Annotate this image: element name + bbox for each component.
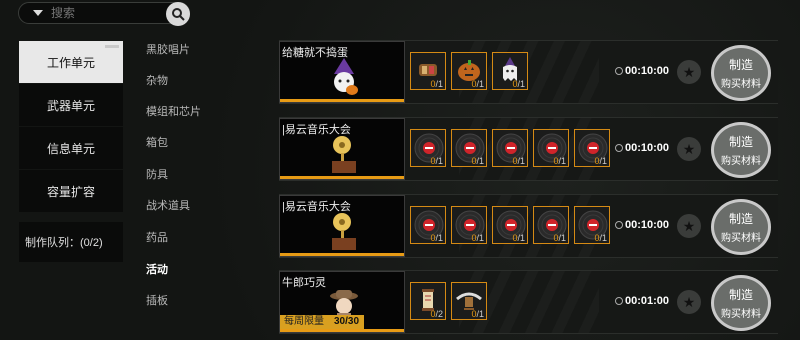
thumb-accent-bar	[280, 253, 404, 256]
recipe-thumbnail: 牛郎巧灵 每周限量 30/30	[279, 271, 405, 333]
halloween-ghost-art	[326, 58, 362, 98]
material-slot[interactable]: 0/1	[410, 206, 446, 244]
thumb-accent-bar	[280, 176, 404, 179]
weekly-limit-badge: 每周限量 30/30	[280, 315, 364, 329]
material-count: 0/1	[594, 156, 607, 166]
craft-queue: 制作队列：(0/2)	[19, 222, 123, 262]
material-slot[interactable]: 0/1	[492, 206, 528, 244]
favorite-star-icon[interactable]: ★	[677, 137, 701, 161]
thumb-accent-bar	[280, 329, 404, 332]
search-input[interactable]	[51, 6, 161, 20]
material-slot[interactable]: 0/1	[492, 129, 528, 167]
category-plugin[interactable]: 插板	[146, 292, 168, 308]
category-vinyl[interactable]: 黑胶唱片	[146, 41, 190, 57]
recipe-thumbnail: |易云音乐大会	[279, 118, 405, 180]
category-armor[interactable]: 防具	[146, 166, 168, 182]
category-mods-chips[interactable]: 模组和芯片	[146, 103, 201, 119]
category-medicine[interactable]: 药品	[146, 229, 168, 245]
category-event[interactable]: 活动	[146, 261, 168, 277]
material-count: 0/1	[471, 156, 484, 166]
craft-button[interactable]: 制造 购买材料	[711, 199, 771, 255]
recipe-row[interactable]: 给糖就不捣蛋 0/1 0/1 0/1 00:10:00 ★ 制造购买材料	[279, 40, 778, 104]
craft-label: 制造	[728, 288, 753, 302]
craft-label: 制造	[728, 58, 753, 72]
buy-materials-label: 购买材料	[721, 309, 761, 320]
category-bags[interactable]: 箱包	[146, 134, 168, 150]
material-slot[interactable]: 0/1	[533, 129, 569, 167]
limit-label: 每周限量	[284, 316, 324, 327]
craft-button[interactable]: 制造 购买材料	[711, 275, 771, 331]
material-count: 0/1	[512, 233, 525, 243]
recipe-thumbnail: 给糖就不捣蛋	[279, 41, 405, 103]
gramophone-art	[326, 135, 362, 175]
nav-weapon-unit[interactable]: 武器单元	[19, 84, 123, 126]
material-slot[interactable]: 0/1	[533, 206, 569, 244]
nav-label: 容量扩容	[46, 184, 95, 199]
clock-icon	[615, 144, 623, 152]
craft-button[interactable]: 制造 购买材料	[711, 122, 771, 178]
buy-materials-label: 购买材料	[721, 156, 761, 167]
material-count: 0/1	[430, 79, 443, 89]
craft-button[interactable]: 制造 购买材料	[711, 45, 771, 101]
search-bar[interactable]	[18, 2, 190, 26]
buy-materials-label: 购买材料	[721, 79, 761, 90]
search-icon[interactable]	[166, 2, 190, 26]
craft-label: 制造	[728, 212, 753, 226]
nav-info-unit[interactable]: 信息单元	[19, 127, 123, 169]
nav-label: 武器单元	[46, 98, 95, 113]
nav-label: 工作单元	[46, 55, 95, 70]
recipe-row[interactable]: |易云音乐大会 0/1 0/1 0/1 0/1 0/1 00:10:00 ★ 制造购买材料	[279, 194, 778, 258]
nav-label: 信息单元	[46, 141, 95, 156]
recipe-thumbnail: |易云音乐大会	[279, 195, 405, 257]
material-count: 0/1	[471, 233, 484, 243]
material-count: 0/2	[430, 309, 443, 319]
triangle-down-icon[interactable]	[33, 10, 43, 16]
material-count: 0/1	[471, 309, 484, 319]
craft-time-value: 00:10:00	[625, 219, 670, 231]
favorite-star-icon[interactable]: ★	[677, 214, 701, 238]
material-slot[interactable]: 0/1	[410, 52, 446, 90]
clock-icon	[615, 297, 623, 305]
category-tactical[interactable]: 战术道具	[146, 197, 190, 213]
material-slot[interactable]: 0/1	[451, 129, 487, 167]
nav-work-unit[interactable]: 工作单元	[19, 41, 123, 83]
material-slot[interactable]: 0/2	[410, 282, 446, 320]
material-count: 0/1	[594, 233, 607, 243]
nav-capacity-expansion[interactable]: 容量扩容	[19, 170, 123, 212]
craft-time-value: 00:10:00	[625, 65, 670, 77]
material-slot[interactable]: 0/1	[451, 52, 487, 90]
recipe-row[interactable]: |易云音乐大会 0/1 0/1 0/1 0/1 0/1 00:10:00 ★ 制造购买材料	[279, 117, 778, 181]
thumb-accent-bar	[280, 99, 404, 102]
recipe-row[interactable]: 牛郎巧灵 每周限量 30/30 0/2 0/1 00:01:00 ★ 制造 购买材料	[279, 270, 778, 334]
material-count: 0/1	[430, 156, 443, 166]
limit-value: 30/30	[334, 316, 360, 327]
favorite-star-icon[interactable]: ★	[677, 290, 701, 314]
material-count: 0/1	[512, 156, 525, 166]
craft-time: 00:10:00	[615, 65, 669, 77]
clock-icon	[615, 67, 623, 75]
material-slot[interactable]: 0/1	[574, 129, 610, 167]
material-count: 0/1	[553, 233, 566, 243]
category-misc[interactable]: 杂物	[146, 72, 168, 88]
material-count: 0/1	[512, 79, 525, 89]
material-count: 0/1	[471, 79, 484, 89]
buy-materials-label: 购买材料	[721, 233, 761, 244]
craft-label: 制造	[728, 135, 753, 149]
craft-time-value: 00:10:00	[625, 142, 670, 154]
craft-time: 00:10:00	[615, 142, 669, 154]
material-slot[interactable]: 0/1	[410, 129, 446, 167]
material-slot[interactable]: 0/1	[492, 52, 528, 90]
clock-icon	[615, 221, 623, 229]
material-slot[interactable]: 0/1	[451, 206, 487, 244]
craft-time-value: 00:01:00	[625, 295, 670, 307]
craft-time: 00:10:00	[615, 219, 669, 231]
material-slot[interactable]: 0/1	[451, 282, 487, 320]
favorite-star-icon[interactable]: ★	[677, 60, 701, 84]
material-slot[interactable]: 0/1	[574, 206, 610, 244]
material-count: 0/1	[553, 156, 566, 166]
craft-time: 00:01:00	[615, 295, 669, 307]
material-count: 0/1	[430, 233, 443, 243]
gramophone-art	[326, 212, 362, 252]
